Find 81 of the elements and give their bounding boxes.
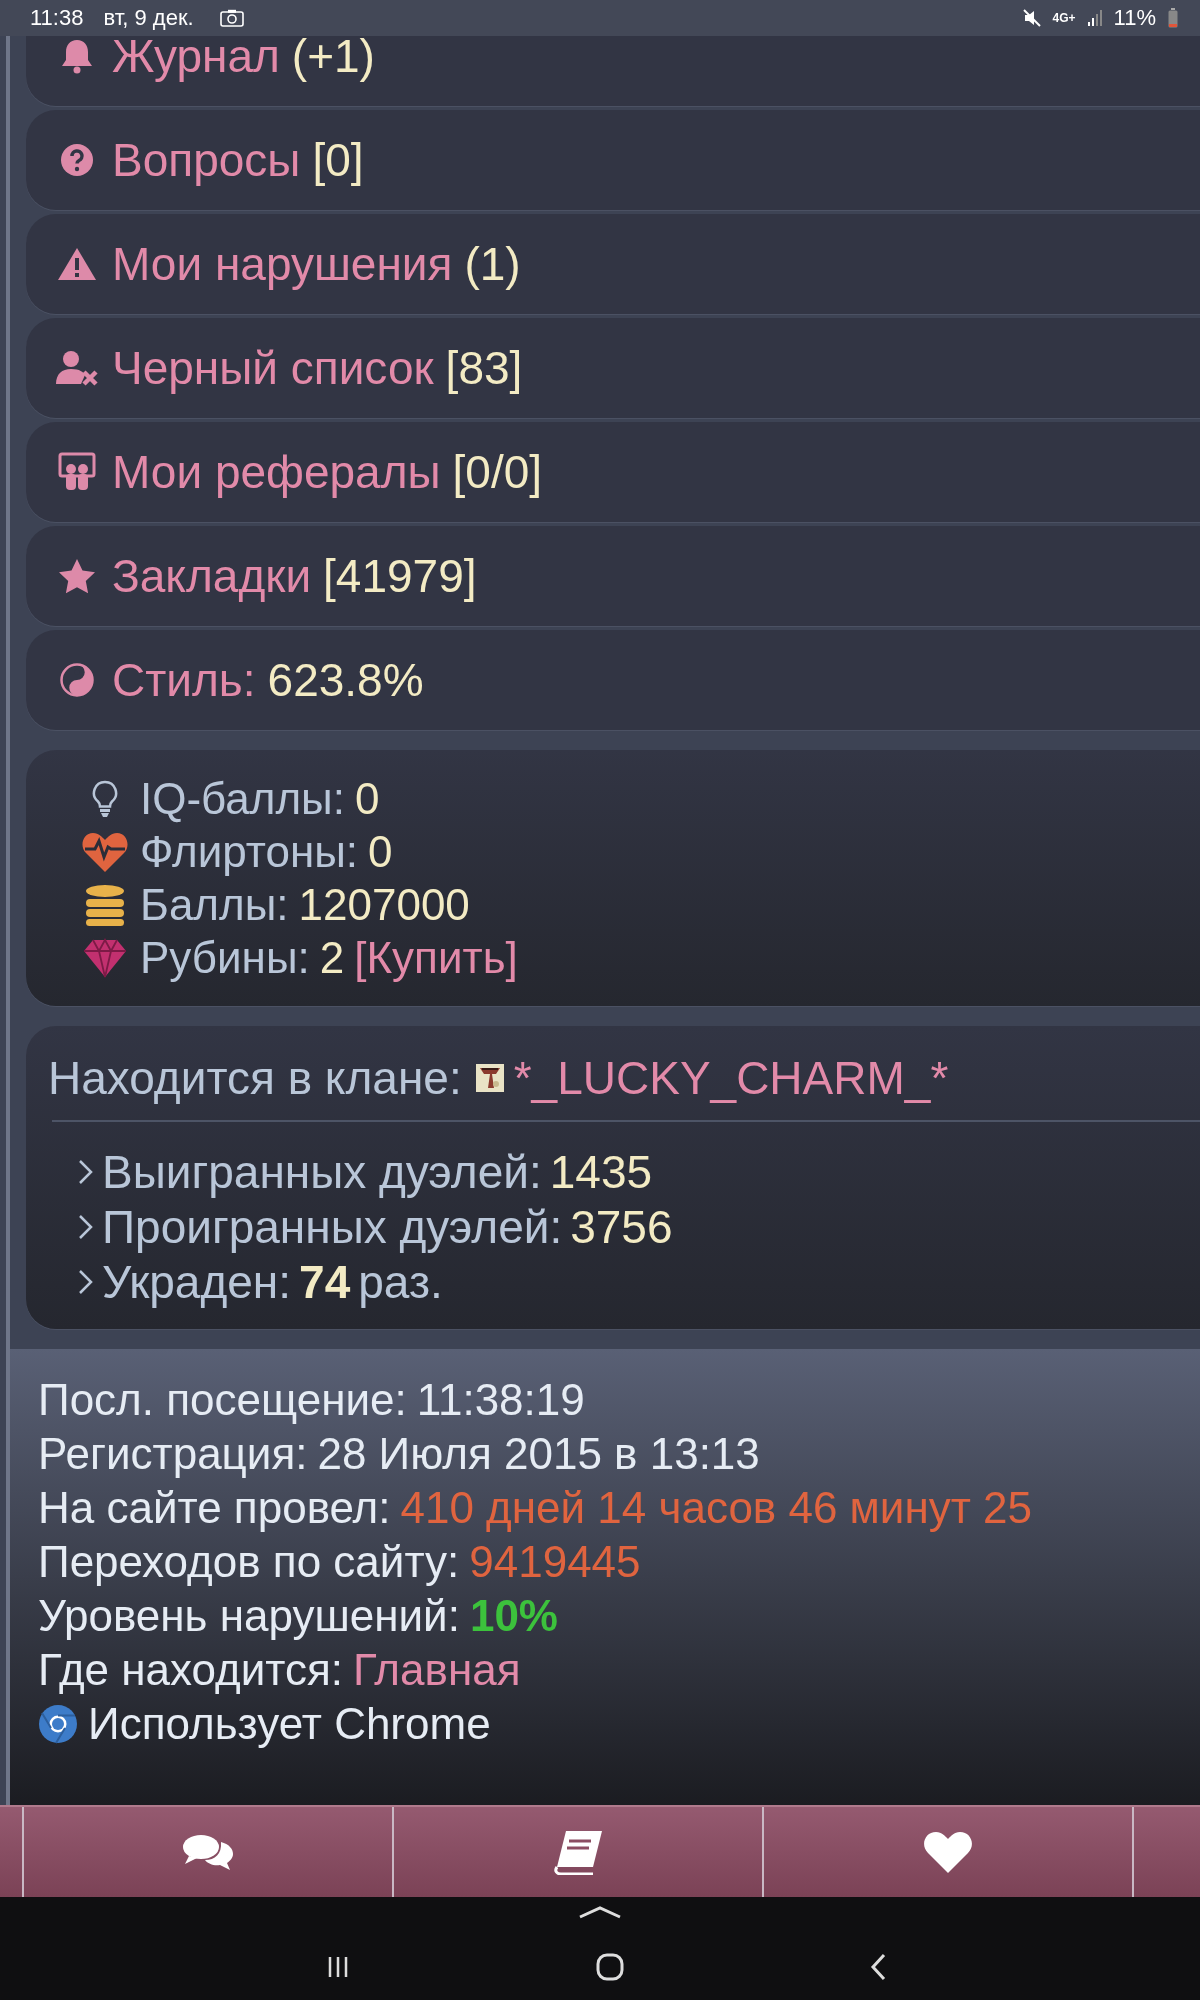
coins-icon — [84, 882, 126, 927]
menu-label: Журнал — [112, 36, 280, 83]
help-icon — [60, 143, 94, 177]
stat-label: Проигранных дуэлей: — [102, 1199, 563, 1254]
browser-text: Использует Chrome — [88, 1699, 491, 1749]
menu-count: 623.8% — [267, 653, 424, 707]
star-icon — [58, 558, 96, 594]
chevron-right-icon — [78, 1158, 94, 1185]
recents-icon[interactable] — [326, 1955, 350, 1979]
profile-label: Регистрация: — [38, 1429, 308, 1479]
chevron-up-icon — [578, 1905, 622, 1919]
battery-icon — [1168, 8, 1178, 28]
profile-label: Где находится: — [38, 1645, 343, 1695]
chevron-right-icon — [78, 1268, 94, 1295]
user-block-icon — [55, 350, 99, 386]
menu-label: Вопросы — [112, 133, 301, 187]
menu-label: Черный список — [112, 341, 434, 395]
menu-item[interactable]: Стиль: 623.8% — [26, 630, 1200, 730]
currency-label: IQ-баллы: — [140, 773, 345, 824]
people-board-icon — [58, 452, 96, 492]
profile-value: 28 Июля 2015 в 13:13 — [317, 1429, 760, 1479]
profile-label: Переходов по сайту: — [38, 1537, 460, 1587]
menu-count: (+1) — [291, 36, 375, 83]
profile-value: 11:38:19 — [416, 1375, 585, 1425]
battery-level: 11% — [1113, 5, 1156, 31]
profile-value: Главная — [353, 1645, 521, 1695]
menu-item[interactable]: Журнал (+1) — [26, 36, 1200, 106]
stat-value: 74 — [299, 1254, 351, 1309]
network-label: 4G+ — [1052, 11, 1076, 25]
menu-count: (1) — [464, 237, 521, 291]
currency-label: Рубины: — [140, 932, 310, 983]
back-icon[interactable] — [870, 1953, 886, 1981]
warning-icon — [57, 247, 97, 281]
clan-link[interactable]: *_LUCKY_CHARM_* — [513, 1051, 949, 1105]
book-icon — [552, 1829, 604, 1875]
profile-value: 10% — [469, 1591, 558, 1641]
menu-label: Мои рефералы — [112, 445, 441, 499]
menu-item[interactable]: Черный список [83] — [26, 318, 1200, 418]
home-icon[interactable] — [596, 1953, 624, 1981]
mute-icon — [1022, 9, 1041, 27]
currency-label: Баллы: — [140, 879, 289, 930]
currency-value: 0 — [354, 773, 380, 824]
stat-suffix: раз. — [358, 1254, 443, 1309]
profile-label: Уровень нарушений: — [38, 1591, 460, 1641]
menu-count: [0] — [312, 133, 364, 187]
stat-label: Украден: — [102, 1254, 292, 1309]
menu-count: [0/0] — [452, 445, 543, 499]
lightbulb-icon — [92, 779, 118, 818]
clan-label: Находится в клане: — [48, 1051, 462, 1105]
buy-link[interactable]: [Купить] — [354, 932, 518, 983]
chat-icon — [181, 1832, 235, 1872]
menu-item[interactable]: Мои нарушения (1) — [26, 214, 1200, 314]
camera-icon — [219, 9, 244, 27]
profile-label: На сайте провел: — [38, 1483, 391, 1533]
menu-item[interactable]: Закладки [41979] — [26, 526, 1200, 626]
browser-icon — [38, 1704, 78, 1744]
currency-label: Флиртоны: — [140, 826, 359, 877]
menu-item[interactable]: Мои рефералы [0/0] — [26, 422, 1200, 522]
menu-count: [41979] — [323, 549, 477, 603]
date: вт, 9 дек. — [103, 5, 194, 31]
profile-value: 410 дней 14 часов 46 минут 25 — [400, 1483, 1033, 1533]
menu-label: Стиль: — [112, 653, 256, 707]
menu-label: Закладки — [112, 549, 312, 603]
currency-value: 0 — [368, 826, 393, 877]
gem-icon — [83, 937, 127, 978]
profile-label: Посл. посещение: — [38, 1375, 407, 1425]
menu-item[interactable]: Вопросы [0] — [26, 110, 1200, 210]
stat-label: Выигранных дуэлей: — [102, 1144, 542, 1199]
bell-icon — [60, 38, 94, 74]
signal-icon — [1087, 10, 1102, 26]
chevron-right-icon — [78, 1213, 94, 1240]
stat-value: 1435 — [549, 1144, 653, 1199]
menu-label: Мои нарушения — [112, 237, 453, 291]
profile-value: 9419445 — [469, 1537, 641, 1587]
currency-value: 1207000 — [298, 879, 470, 930]
stat-value: 3756 — [570, 1199, 673, 1254]
currency-value: 2 — [319, 932, 345, 983]
menu-count: [83] — [445, 341, 523, 395]
yin-yang-icon — [60, 663, 94, 697]
clock: 11:38 — [30, 5, 84, 31]
heart-icon — [923, 1830, 973, 1874]
